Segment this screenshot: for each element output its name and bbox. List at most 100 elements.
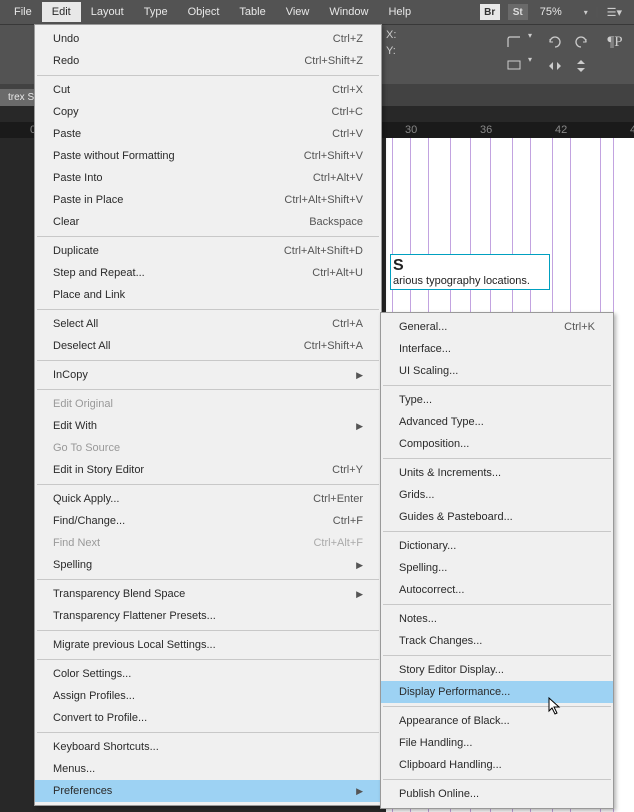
zoom-select[interactable]: 75% <box>536 4 578 20</box>
menu-item-units-increments[interactable]: Units & Increments... <box>381 462 613 484</box>
menu-item-ui-scaling[interactable]: UI Scaling... <box>381 360 613 382</box>
menu-item-label: Grids... <box>399 489 595 501</box>
menu-item-type[interactable]: Type... <box>381 389 613 411</box>
menu-item-label: Clear <box>53 216 309 228</box>
menu-item-spelling[interactable]: Spelling... <box>381 557 613 579</box>
stock-badge[interactable]: St <box>508 4 528 20</box>
menu-shortcut: Backspace <box>309 216 363 228</box>
menu-item-track-changes[interactable]: Track Changes... <box>381 630 613 652</box>
menu-item-place-and-link[interactable]: Place and Link <box>35 284 381 306</box>
menu-item-interface[interactable]: Interface... <box>381 338 613 360</box>
menu-item-find-next: Find NextCtrl+Alt+F <box>35 532 381 554</box>
menu-item-story-editor-display[interactable]: Story Editor Display... <box>381 659 613 681</box>
menu-item-clipboard-handling[interactable]: Clipboard Handling... <box>381 754 613 776</box>
menu-item-label: Spelling <box>53 559 348 571</box>
menubar-right: Br St 75% ▾ | ☰▾ <box>480 4 630 20</box>
menu-view[interactable]: View <box>276 2 320 22</box>
menu-item-undo[interactable]: UndoCtrl+Z <box>35 28 381 50</box>
menu-item-label: Paste in Place <box>53 194 284 206</box>
menu-layout[interactable]: Layout <box>81 2 134 22</box>
submenu-arrow-icon: ▶ <box>356 786 363 797</box>
menu-item-cut[interactable]: CutCtrl+X <box>35 79 381 101</box>
menu-item-transparency-blend-space[interactable]: Transparency Blend Space▶ <box>35 583 381 605</box>
chevron-down-icon[interactable]: ▾ <box>528 31 532 53</box>
menu-separator <box>37 484 379 485</box>
menu-file[interactable]: File <box>4 2 42 22</box>
menu-item-find-change[interactable]: Find/Change...Ctrl+F <box>35 510 381 532</box>
menu-item-duplicate[interactable]: DuplicateCtrl+Alt+Shift+D <box>35 240 381 262</box>
menu-item-dictionary[interactable]: Dictionary... <box>381 535 613 557</box>
menu-object[interactable]: Object <box>178 2 230 22</box>
menu-item-paste-in-place[interactable]: Paste in PlaceCtrl+Alt+Shift+V <box>35 189 381 211</box>
menu-item-copy[interactable]: CopyCtrl+C <box>35 101 381 123</box>
menu-item-convert-to-profile[interactable]: Convert to Profile... <box>35 707 381 729</box>
menu-item-label: Duplicate <box>53 245 284 257</box>
rotate-ccw-icon[interactable] <box>544 31 566 53</box>
corner-type-icon[interactable] <box>504 31 526 53</box>
menu-item-general[interactable]: General...Ctrl+K <box>381 316 613 338</box>
menu-item-transparency-flattener-presets[interactable]: Transparency Flattener Presets... <box>35 605 381 627</box>
paragraph-style-icon[interactable]: ¶P <box>604 31 626 53</box>
view-options-icon[interactable]: ☰▾ <box>607 6 622 19</box>
menu-item-keyboard-shortcuts[interactable]: Keyboard Shortcuts... <box>35 736 381 758</box>
menu-item-display-performance[interactable]: Display Performance... <box>381 681 613 703</box>
menu-item-file-handling[interactable]: File Handling... <box>381 732 613 754</box>
menu-item-label: Display Performance... <box>399 686 595 698</box>
menu-separator <box>37 659 379 660</box>
menu-item-label: Track Changes... <box>399 635 595 647</box>
menu-item-menus[interactable]: Menus... <box>35 758 381 780</box>
menu-item-label: Publish Online... <box>399 788 595 800</box>
menu-item-paste-into[interactable]: Paste IntoCtrl+Alt+V <box>35 167 381 189</box>
menu-item-label: Composition... <box>399 438 595 450</box>
menu-item-color-settings[interactable]: Color Settings... <box>35 663 381 685</box>
menu-item-redo[interactable]: RedoCtrl+Shift+Z <box>35 50 381 72</box>
menu-item-incopy[interactable]: InCopy ▶ <box>35 364 381 386</box>
menu-item-label: Quick Apply... <box>53 493 313 505</box>
menu-item-guides-pasteboard[interactable]: Guides & Pasteboard... <box>381 506 613 528</box>
menu-shortcut: Ctrl+Shift+A <box>304 340 363 352</box>
menu-item-appearance-of-black[interactable]: Appearance of Black... <box>381 710 613 732</box>
menu-edit[interactable]: Edit <box>42 2 81 22</box>
menu-table[interactable]: Table <box>229 2 275 22</box>
menu-help[interactable]: Help <box>378 2 421 22</box>
menu-window[interactable]: Window <box>319 2 378 22</box>
menu-item-deselect-all[interactable]: Deselect AllCtrl+Shift+A <box>35 335 381 357</box>
menu-item-clear[interactable]: ClearBackspace <box>35 211 381 233</box>
menu-item-composition[interactable]: Composition... <box>381 433 613 455</box>
menu-item-preferences[interactable]: Preferences▶ <box>35 780 381 802</box>
menu-shortcut: Ctrl+Y <box>332 464 363 476</box>
menu-item-paste-without-formatting[interactable]: Paste without FormattingCtrl+Shift+V <box>35 145 381 167</box>
text-frame[interactable]: S arious typography locations. <box>390 254 550 290</box>
menu-item-label: Migrate previous Local Settings... <box>53 639 363 651</box>
flip-v-icon[interactable] <box>570 55 592 77</box>
menu-separator <box>37 309 379 310</box>
menu-item-autocorrect[interactable]: Autocorrect... <box>381 579 613 601</box>
menu-item-select-all[interactable]: Select AllCtrl+A <box>35 313 381 335</box>
menu-item-assign-profiles[interactable]: Assign Profiles... <box>35 685 381 707</box>
menu-item-edit-with[interactable]: Edit With▶ <box>35 415 381 437</box>
menu-item-label: File Handling... <box>399 737 595 749</box>
menu-item-step-and-repeat[interactable]: Step and Repeat...Ctrl+Alt+U <box>35 262 381 284</box>
menu-item-label: InCopy <box>53 369 348 381</box>
rotate-cw-icon[interactable] <box>570 31 592 53</box>
corner-rect-icon[interactable] <box>504 55 526 77</box>
menu-item-label: Story Editor Display... <box>399 664 595 676</box>
menu-shortcut: Ctrl+Alt+V <box>313 172 363 184</box>
submenu-arrow-icon: ▶ <box>356 370 363 381</box>
chevron-down-icon[interactable]: ▾ <box>528 55 532 77</box>
menu-item-go-to-source: Go To Source <box>35 437 381 459</box>
flip-h-icon[interactable] <box>544 55 566 77</box>
menu-item-paste[interactable]: PasteCtrl+V <box>35 123 381 145</box>
menu-item-quick-apply[interactable]: Quick Apply...Ctrl+Enter <box>35 488 381 510</box>
menu-item-advanced-type[interactable]: Advanced Type... <box>381 411 613 433</box>
menu-item-notes[interactable]: Notes... <box>381 608 613 630</box>
menu-item-grids[interactable]: Grids... <box>381 484 613 506</box>
menu-item-edit-in-story-editor[interactable]: Edit in Story EditorCtrl+Y <box>35 459 381 481</box>
menu-item-publish-online[interactable]: Publish Online... <box>381 783 613 805</box>
menu-item-migrate-previous-local-settings[interactable]: Migrate previous Local Settings... <box>35 634 381 656</box>
menu-separator <box>383 655 611 656</box>
bridge-badge[interactable]: Br <box>480 4 500 20</box>
menu-item-label: Spelling... <box>399 562 595 574</box>
menu-type[interactable]: Type <box>134 2 178 22</box>
menu-item-spelling[interactable]: Spelling▶ <box>35 554 381 576</box>
